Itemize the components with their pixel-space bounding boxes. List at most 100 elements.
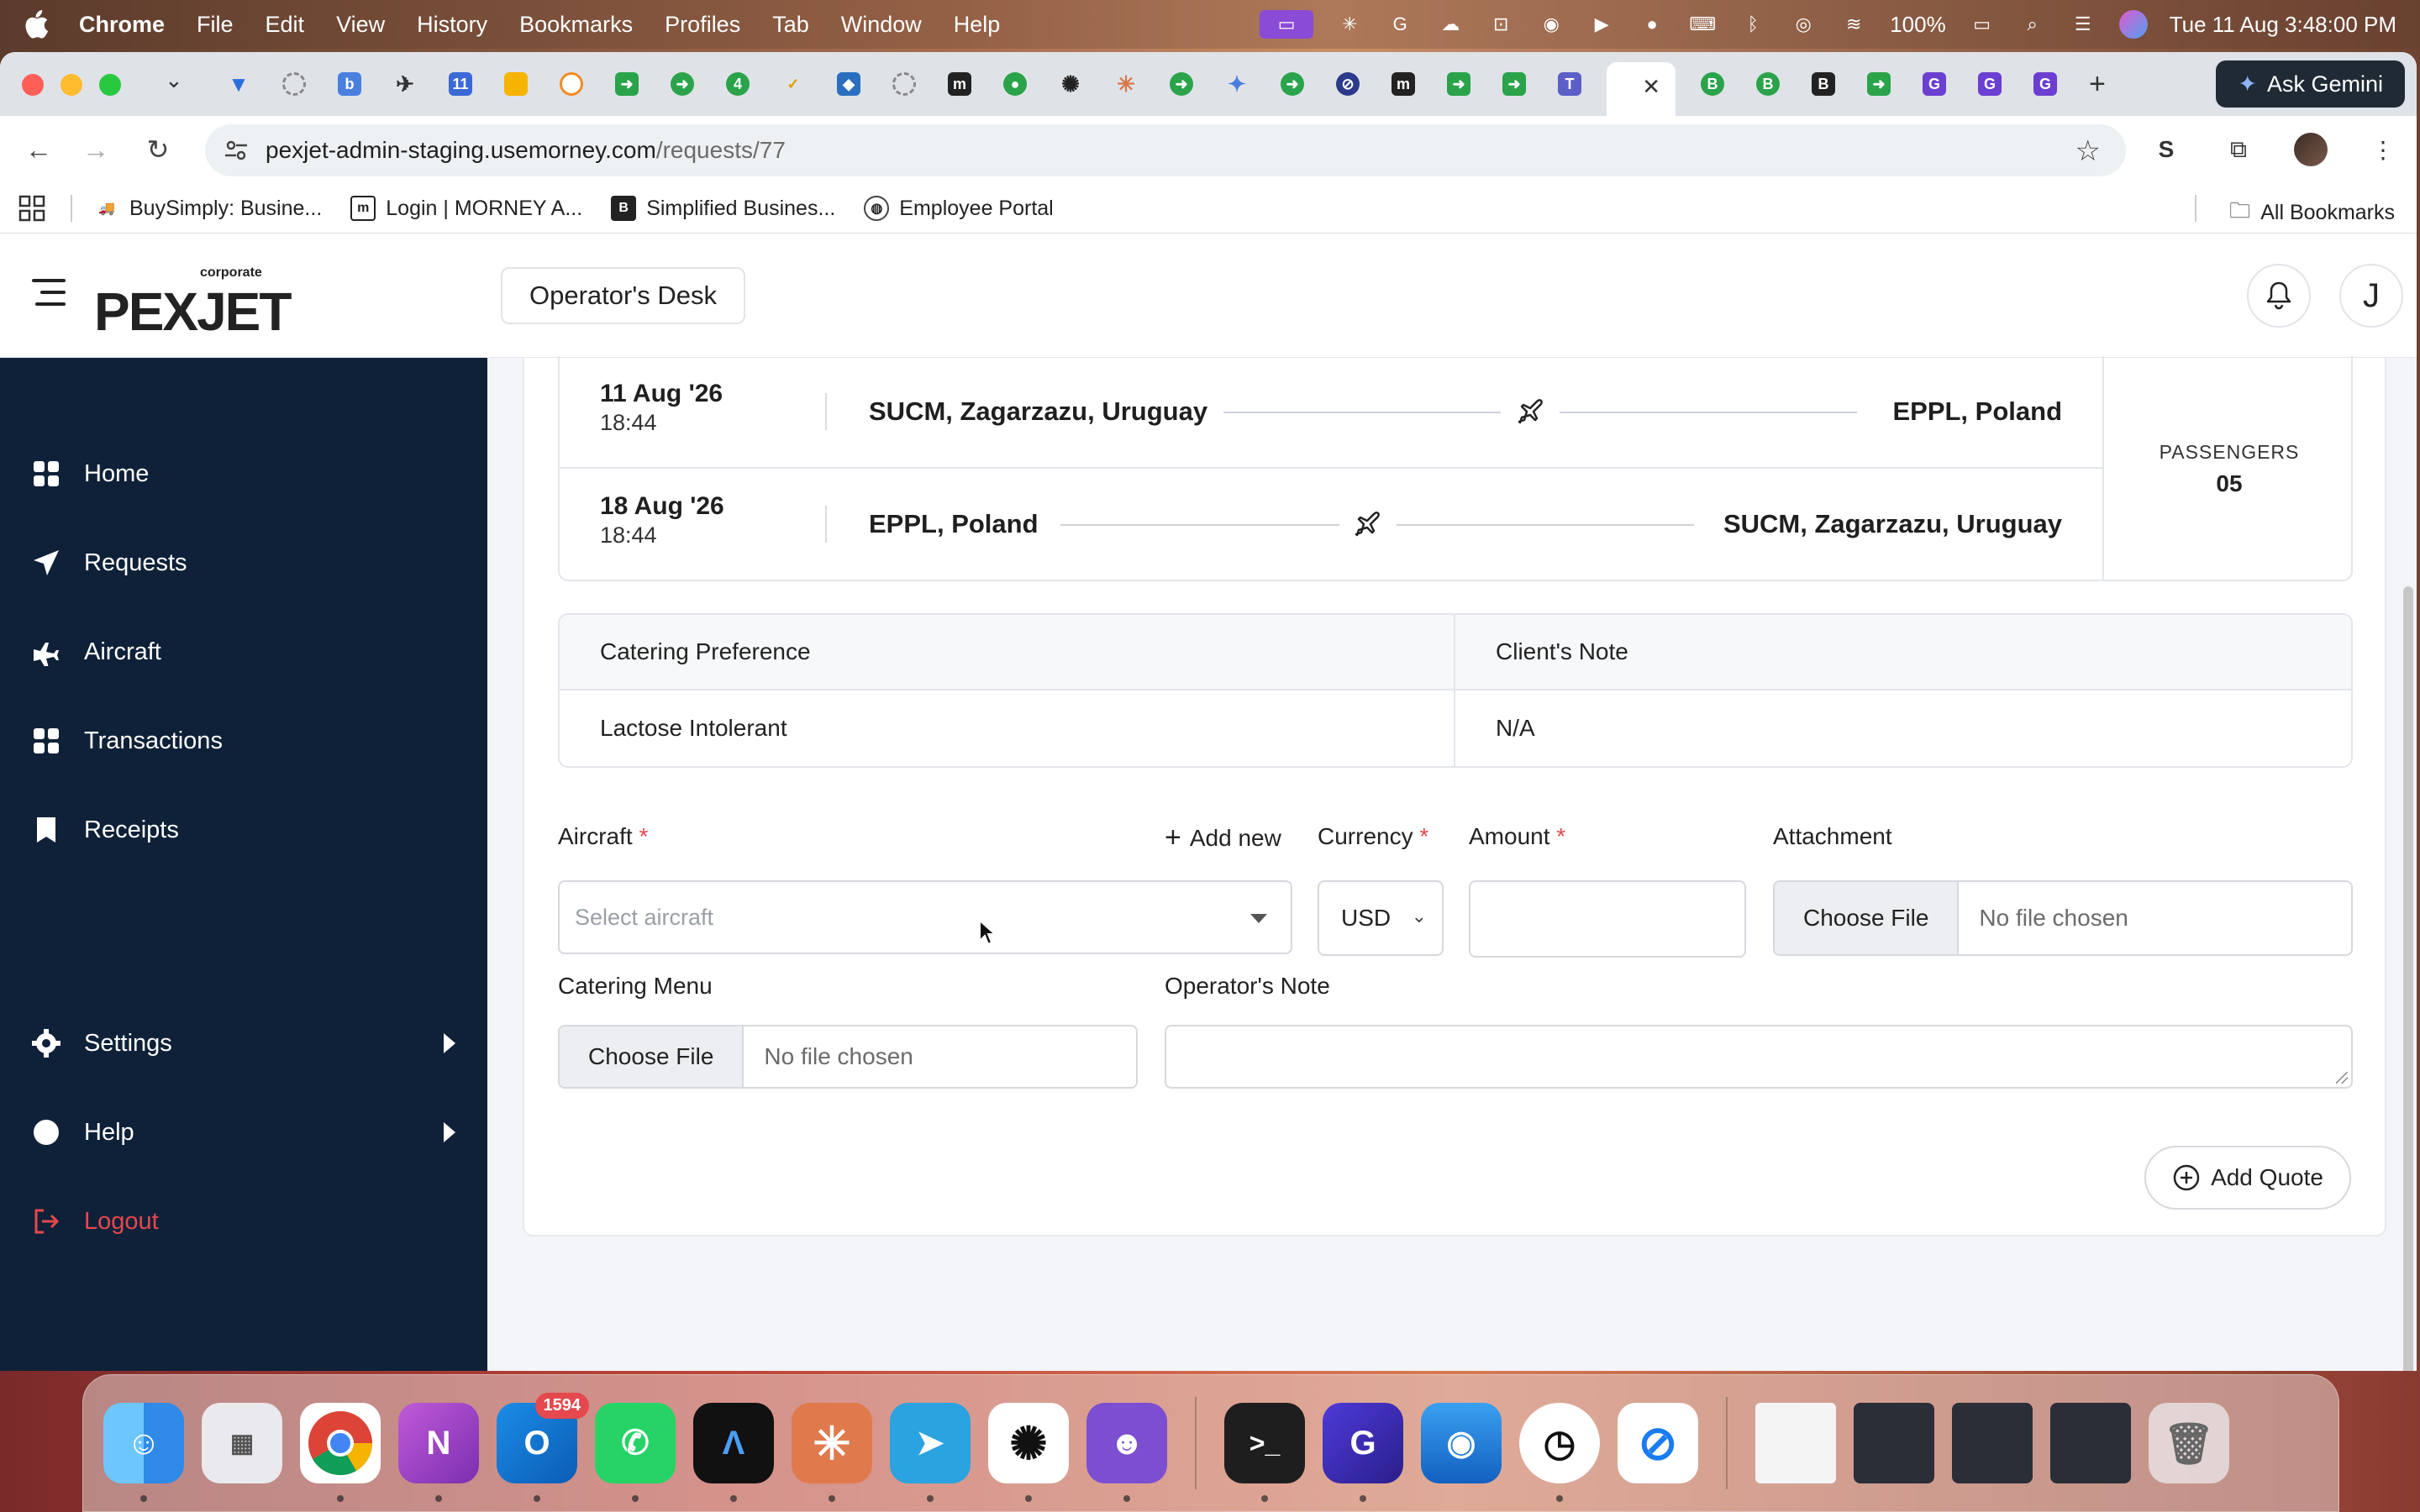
extension-s-icon[interactable]: S — [2149, 133, 2183, 166]
dock-finder[interactable]: ☺ — [103, 1403, 184, 1502]
sidebar-item-settings[interactable]: Settings — [32, 1018, 455, 1068]
notifications-button[interactable] — [2247, 264, 2311, 328]
tab-favicon-21[interactable]: ⊘ — [1329, 66, 1366, 102]
bookmark-star-icon[interactable]: ☆ — [2075, 134, 2101, 168]
tab-search-chevron-icon[interactable]: ⌄ — [165, 67, 183, 93]
tab-favicon-3[interactable]: b — [331, 66, 368, 102]
site-settings-icon[interactable] — [224, 138, 249, 163]
bookmark-employee-portal[interactable]: ◍ Employee Portal — [864, 196, 1054, 221]
sidebar-item-aircraft[interactable]: Aircraft — [32, 627, 455, 677]
tab-favicon-18[interactable]: ➜ — [1163, 66, 1200, 102]
dock-safari[interactable]: ⊘ — [1618, 1403, 1698, 1483]
dock-claude[interactable]: ✳ — [792, 1403, 872, 1502]
user-icon[interactable]: ● — [1638, 10, 1666, 39]
dock-recent-document[interactable] — [1755, 1403, 1836, 1483]
wifi-icon[interactable]: ≋ — [1839, 10, 1868, 39]
tab-favicon-16[interactable]: ✺ — [1052, 66, 1089, 102]
dock-terminal[interactable]: >_ — [1224, 1403, 1305, 1502]
control-center-icon[interactable]: ☰ — [2069, 10, 2097, 39]
tab-favicon-12[interactable]: ◆ — [830, 66, 867, 102]
tab-favicon-2[interactable] — [276, 66, 313, 102]
pexjet-logo[interactable]: corporate PEXJET — [94, 264, 292, 342]
menu-tab[interactable]: Tab — [772, 12, 809, 38]
tab-close-icon[interactable]: ✕ — [1642, 74, 1660, 100]
new-tab-plus-icon[interactable]: + — [2089, 68, 2106, 101]
menu-help[interactable]: Help — [954, 12, 1001, 38]
tab-favicon-31[interactable]: G — [1916, 66, 1953, 102]
claude-icon[interactable]: ✳ — [1335, 10, 1364, 39]
dock-trash[interactable]: 🗑 — [2149, 1403, 2229, 1483]
siri-icon[interactable] — [2118, 10, 2148, 39]
sidebar-item-help[interactable]: Help — [32, 1107, 455, 1158]
tab-favicon-14[interactable]: m — [941, 66, 978, 102]
menu-profiles[interactable]: Profiles — [665, 12, 740, 38]
add-quote-button[interactable]: Add Quote — [2144, 1146, 2351, 1210]
forward-arrow-icon[interactable]: → — [81, 134, 111, 165]
keyboard-icon[interactable]: ⌨ — [1688, 10, 1717, 39]
back-arrow-icon[interactable]: ← — [24, 134, 54, 165]
tab-favicon-27[interactable]: B — [1694, 66, 1731, 102]
tab-favicon-33[interactable]: G — [2027, 66, 2064, 102]
bookmark-morney-login[interactable]: m Login | MORNEY A... — [350, 196, 582, 221]
sidebar-item-transactions[interactable]: Transactions — [32, 716, 455, 766]
dock-arc[interactable]: Λ — [693, 1403, 774, 1502]
dock-clock[interactable]: ◷ — [1519, 1403, 1600, 1502]
tab-favicon-11[interactable]: ✓ — [775, 66, 812, 102]
tab-favicon-1[interactable]: ▼ — [220, 66, 257, 102]
dock-chatgpt[interactable]: ✺ — [988, 1403, 1069, 1502]
reload-icon[interactable]: ↻ — [143, 134, 173, 165]
dock-outlook[interactable]: O 1594 — [497, 1393, 589, 1502]
screenshot-icon[interactable]: ⊡ — [1486, 10, 1515, 39]
tab-favicon-4[interactable]: ✈ — [387, 66, 424, 102]
spotlight-search-icon[interactable]: ⌕ — [2018, 10, 2047, 39]
tab-favicon-8[interactable]: ➜ — [608, 66, 645, 102]
tab-favicon-23[interactable]: ➜ — [1440, 66, 1477, 102]
play-icon[interactable]: ▶ — [1587, 10, 1616, 39]
tab-favicon-6[interactable] — [497, 66, 534, 102]
dock-preview[interactable]: ◉ — [1421, 1403, 1502, 1483]
tab-favicon-13[interactable] — [886, 66, 923, 102]
tab-favicon-10[interactable]: 4 — [719, 66, 756, 102]
menu-file[interactable]: File — [197, 12, 234, 38]
bookmark-simplified[interactable]: B Simplified Busines... — [611, 196, 835, 221]
choose-file-button[interactable]: Choose File — [560, 1026, 744, 1087]
bookmark-buysimply[interactable]: 🚚 BuySimply: Busine... — [94, 196, 322, 221]
extensions-puzzle-icon[interactable]: ⧉ — [2222, 133, 2255, 166]
menubar-clock[interactable]: Tue 11 Aug 3:48:00 PM — [2170, 12, 2396, 38]
dock-telegram[interactable]: ➤ — [890, 1403, 971, 1502]
tab-favicon-28[interactable]: B — [1749, 66, 1786, 102]
attachment-file-input[interactable]: Choose File No file chosen — [1773, 880, 2353, 956]
tab-favicon-17[interactable]: ✳ — [1107, 66, 1144, 102]
tab-favicon-20[interactable]: ➜ — [1274, 66, 1311, 102]
apps-grid-icon[interactable] — [18, 195, 45, 222]
tab-favicon-19[interactable]: ✦ — [1218, 66, 1255, 102]
apple-logo-icon[interactable] — [24, 10, 49, 39]
dock-launchpad[interactable]: ▦ — [202, 1403, 282, 1483]
dock-onenote[interactable]: N — [398, 1403, 479, 1502]
dock-minimized-window-1[interactable] — [1854, 1403, 1934, 1483]
menu-app-name[interactable]: Chrome — [79, 12, 165, 38]
tab-favicon-7[interactable] — [553, 66, 590, 102]
menu-edit[interactable]: Edit — [266, 12, 305, 38]
tab-favicon-9[interactable]: ➜ — [664, 66, 701, 102]
tab-favicon-25[interactable]: T — [1551, 66, 1588, 102]
hamburger-menu-icon[interactable] — [32, 279, 66, 309]
add-new-aircraft-button[interactable]: + Add new — [1165, 822, 1281, 854]
sidebar-item-home[interactable]: Home — [32, 449, 455, 499]
tab-favicon-24[interactable]: ➜ — [1496, 66, 1533, 102]
dock-minimized-window-3[interactable] — [2050, 1403, 2131, 1483]
dock-whatsapp[interactable]: ✆ — [595, 1403, 676, 1502]
tab-favicon-22[interactable]: m — [1385, 66, 1422, 102]
user-avatar-button[interactable]: J — [2339, 264, 2403, 328]
page-scrollbar[interactable] — [2403, 586, 2413, 1371]
choose-file-button[interactable]: Choose File — [1775, 882, 1960, 954]
aircraft-select[interactable]: Select aircraft — [558, 880, 1292, 954]
sidebar-item-logout[interactable]: Logout — [32, 1196, 455, 1247]
window-minimize-button[interactable] — [60, 74, 82, 96]
sidebar-item-requests[interactable]: Requests — [32, 538, 455, 588]
ask-gemini-button[interactable]: ✦ Ask Gemini — [2216, 60, 2405, 108]
dock-grammarly[interactable]: G — [1323, 1403, 1403, 1502]
record-icon[interactable]: ◉ — [1537, 10, 1565, 39]
tab-active-pexjet[interactable]: ✕ — [1607, 62, 1676, 116]
tab-favicon-5[interactable]: 11 — [442, 66, 479, 102]
